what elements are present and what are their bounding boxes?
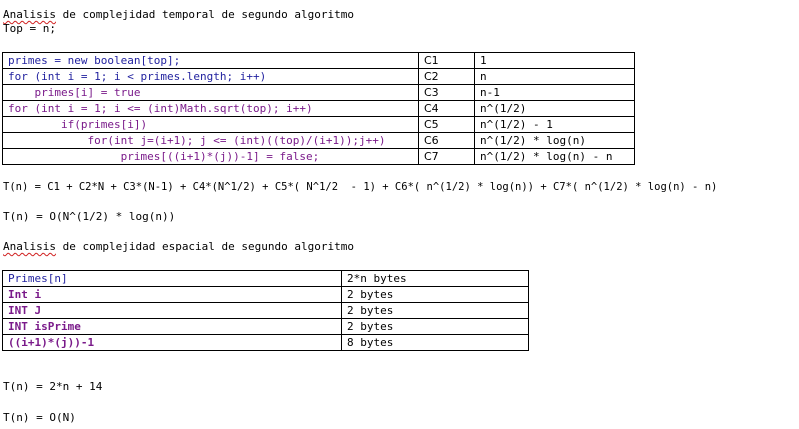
size-cell: 8 bytes — [341, 334, 529, 351]
cost-label-cell: C2 — [418, 68, 475, 85]
code-cell: for(int j=(i+1); j <= (int)((top)/(i+1))… — [2, 132, 419, 149]
temporal-equation: T(n) = C1 + C2*N + C3*(N-1) + C4*(N^1/2)… — [3, 181, 718, 193]
cost-cell: n^(1/2) — [474, 100, 635, 117]
table-row: primes[i] = true C3 n-1 — [2, 84, 635, 101]
spatial-cost-table: Primes[n] 2*n bytes Int i 2 bytes INT J … — [2, 270, 529, 351]
code-cell: for (int i = 1; i < primes.length; i++) — [2, 68, 419, 85]
table-row: primes = new boolean[top]; C1 1 — [2, 52, 635, 69]
table-row: ((i+1)*(j))-1 8 bytes — [2, 334, 529, 351]
cost-label-cell: C7 — [418, 148, 475, 165]
top-line: Top = n; — [3, 22, 56, 35]
spatial-heading: Analisis de complejidad espacial de segu… — [3, 240, 354, 253]
cost-label-cell: C6 — [418, 132, 475, 149]
table-row: Int i 2 bytes — [2, 286, 529, 303]
cost-label-cell: C5 — [418, 116, 475, 133]
table-row: INT J 2 bytes — [2, 302, 529, 319]
cost-cell: n — [474, 68, 635, 85]
code-cell: for (int i = 1; i <= (int)Math.sqrt(top)… — [2, 100, 419, 117]
heading-rest: de complejidad espacial de segundo algor… — [55, 240, 354, 253]
temporal-heading: Analisis de complejidad temporal de segu… — [3, 8, 354, 21]
table-row: primes[((i+1)*(j))-1] = false; C7 n^(1/2… — [2, 148, 635, 165]
variable-cell: Primes[n] — [2, 270, 342, 287]
code-cell: primes = new boolean[top]; — [2, 52, 419, 69]
size-cell: 2 bytes — [341, 286, 529, 303]
table-row: for (int i = 1; i <= (int)Math.sqrt(top)… — [2, 100, 635, 117]
variable-cell: Int i — [2, 286, 342, 303]
table-row: for(int j=(i+1); j <= (int)((top)/(i+1))… — [2, 132, 635, 149]
table-row: if(primes[i]) C5 n^(1/2) - 1 — [2, 116, 635, 133]
cost-cell: n-1 — [474, 84, 635, 101]
cost-label-cell: C1 — [418, 52, 475, 69]
temporal-cost-table: primes = new boolean[top]; C1 1 for (int… — [2, 52, 635, 165]
cost-cell: 1 — [474, 52, 635, 69]
spatial-result: T(n) = O(N) — [3, 411, 76, 424]
cost-cell: n^(1/2) * log(n) — [474, 132, 635, 149]
cost-label-cell: C3 — [418, 84, 475, 101]
cost-cell: n^(1/2) - 1 — [474, 116, 635, 133]
temporal-result: T(n) = O(N^(1/2) * log(n)) — [3, 210, 176, 223]
variable-cell: ((i+1)*(j))-1 — [2, 334, 342, 351]
heading-first-word: Analisis — [3, 8, 56, 21]
cost-label-cell: C4 — [418, 100, 475, 117]
size-cell: 2 bytes — [341, 302, 529, 319]
table-row: Primes[n] 2*n bytes — [2, 270, 529, 287]
heading-rest: de complejidad temporal de segundo algor… — [55, 8, 354, 21]
code-cell: if(primes[i]) — [2, 116, 419, 133]
table-row: INT isPrime 2 bytes — [2, 318, 529, 335]
cost-cell: n^(1/2) * log(n) - n — [474, 148, 635, 165]
code-cell: primes[((i+1)*(j))-1] = false; — [2, 148, 419, 165]
code-cell: primes[i] = true — [2, 84, 419, 101]
variable-cell: INT J — [2, 302, 342, 319]
size-cell: 2 bytes — [341, 318, 529, 335]
variable-cell: INT isPrime — [2, 318, 342, 335]
spatial-equation: T(n) = 2*n + 14 — [3, 380, 103, 393]
heading-first-word: Analisis — [3, 240, 56, 253]
size-cell: 2*n bytes — [341, 270, 529, 287]
table-row: for (int i = 1; i < primes.length; i++) … — [2, 68, 635, 85]
